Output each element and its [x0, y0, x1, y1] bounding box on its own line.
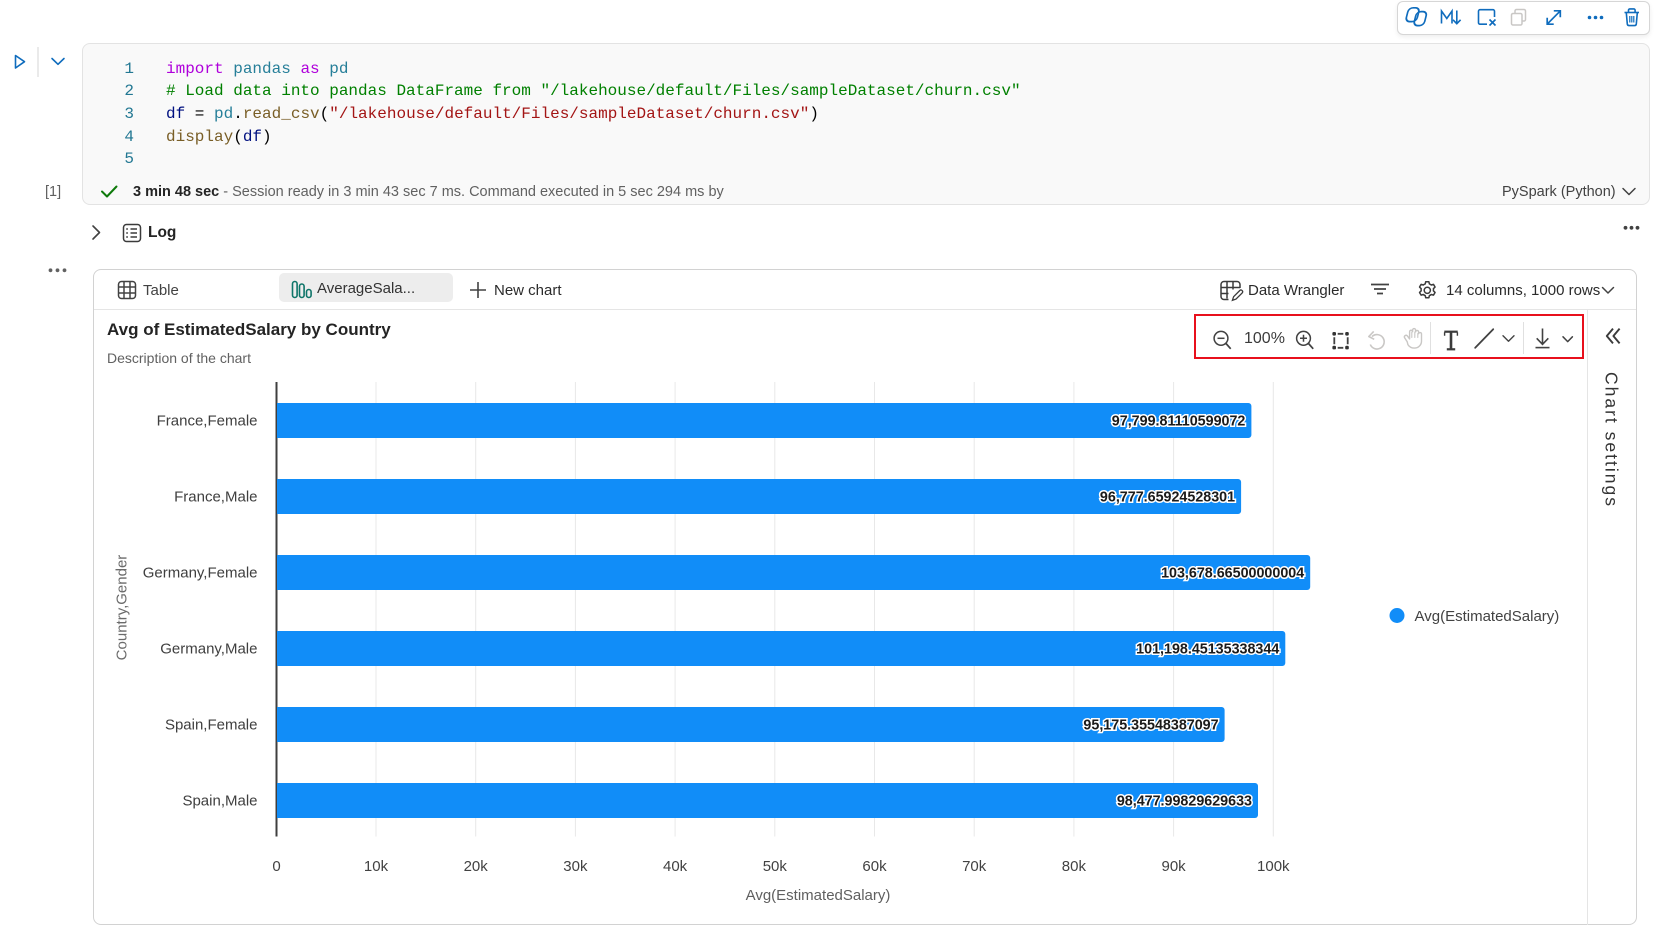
svg-text:96,777.65924528301: 96,777.65924528301 — [1100, 490, 1235, 506]
svg-text:0: 0 — [272, 858, 280, 875]
svg-text:Country,Gender: Country,Gender — [114, 555, 131, 661]
svg-text:Avg(EstimatedSalary): Avg(EstimatedSalary) — [1415, 608, 1560, 625]
svg-text:Germany,Male: Germany,Male — [160, 641, 257, 658]
svg-text:100k: 100k — [1257, 858, 1290, 875]
svg-text:50k: 50k — [763, 858, 788, 875]
svg-text:103,678.66500000004: 103,678.66500000004 — [1161, 566, 1304, 582]
svg-text:95,175.35548387097: 95,175.35548387097 — [1083, 718, 1218, 734]
svg-text:70k: 70k — [962, 858, 987, 875]
svg-text:France,Male: France,Male — [174, 489, 257, 506]
svg-text:98,477.99829629633: 98,477.99829629633 — [1117, 794, 1252, 810]
svg-text:60k: 60k — [862, 858, 887, 875]
svg-text:30k: 30k — [563, 858, 588, 875]
svg-text:20k: 20k — [464, 858, 489, 875]
svg-text:Spain,Female: Spain,Female — [165, 717, 258, 734]
svg-text:Avg(EstimatedSalary): Avg(EstimatedSalary) — [746, 887, 891, 904]
svg-text:97,799.81110599072: 97,799.81110599072 — [1112, 414, 1246, 430]
svg-text:80k: 80k — [1062, 858, 1087, 875]
svg-text:Spain,Male: Spain,Male — [182, 793, 257, 810]
svg-text:Germany,Female: Germany,Female — [143, 565, 258, 582]
svg-text:101,198.45135338344: 101,198.45135338344 — [1136, 642, 1279, 658]
svg-text:90k: 90k — [1162, 858, 1187, 875]
svg-text:40k: 40k — [663, 858, 688, 875]
svg-text:France,Female: France,Female — [157, 413, 258, 430]
svg-text:10k: 10k — [364, 858, 389, 875]
